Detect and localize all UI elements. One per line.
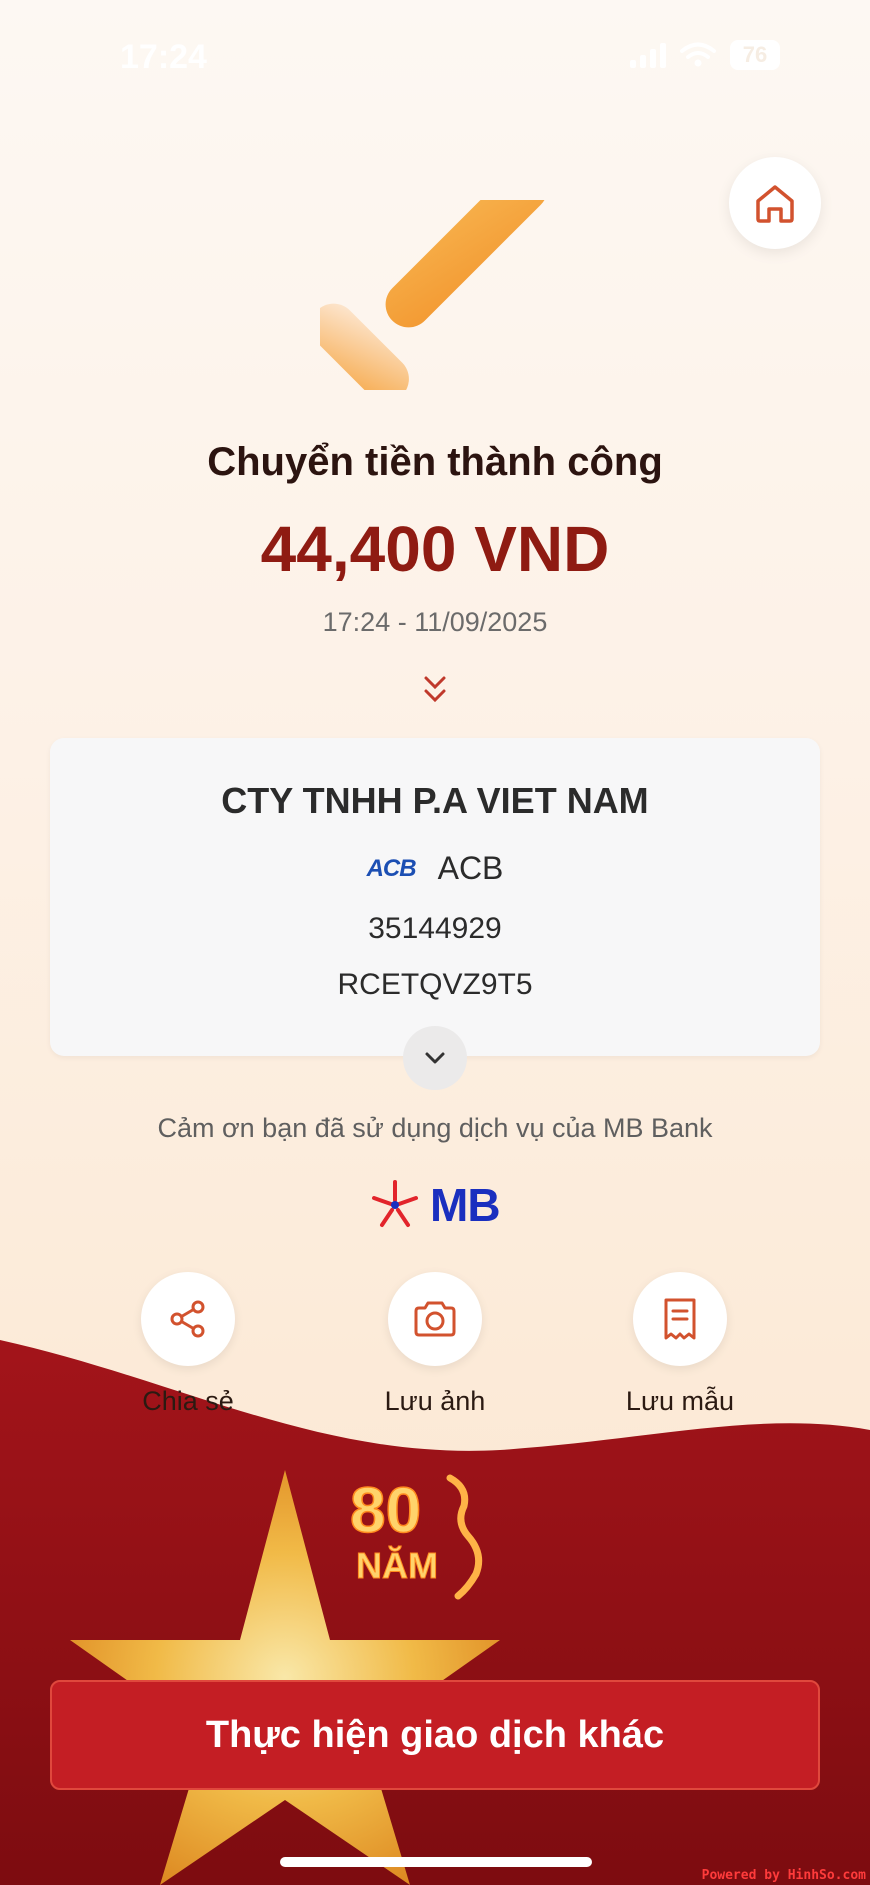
status-bar: 17:24 76 <box>0 0 870 110</box>
action-bar: Chia sẻ Lưu ảnh Lưu mẫu <box>0 1272 870 1432</box>
save-image-action[interactable]: Lưu ảnh <box>355 1272 515 1417</box>
share-icon <box>170 1300 205 1338</box>
success-check-icon <box>320 200 548 390</box>
thank-you-text: Cảm ơn bạn đã sử dụng dịch vụ của MB Ban… <box>157 1113 713 1143</box>
save-image-button[interactable] <box>388 1272 482 1366</box>
chevron-down-icon <box>425 1052 445 1064</box>
home-button[interactable] <box>729 157 821 249</box>
wifi-icon <box>680 42 716 67</box>
home-indicator <box>280 1857 592 1867</box>
bank-name: ACB <box>437 850 504 886</box>
signal-icon <box>630 42 666 68</box>
save-image-label: Lưu ảnh <box>384 1386 486 1416</box>
battery-indicator: 76 <box>730 40 780 70</box>
save-template-action[interactable]: Lưu mẫu <box>600 1272 760 1417</box>
home-icon <box>756 185 794 223</box>
reference-code: RCETQVZ9T5 <box>337 968 533 1001</box>
recipient-bank: ACB ACB <box>50 850 820 887</box>
recipient-name: CTY TNHH P.A VIET NAM <box>221 780 649 821</box>
status-time: 17:24 <box>120 38 207 76</box>
anniversary-number: 80 <box>350 1474 421 1546</box>
share-button[interactable] <box>141 1272 235 1366</box>
mb-bank-logo: MB <box>368 1178 501 1232</box>
camera-icon <box>414 1301 456 1337</box>
acb-logo: ACB <box>366 854 417 882</box>
receipt-icon <box>664 1298 696 1340</box>
expand-details-button[interactable] <box>403 1026 467 1090</box>
share-action[interactable]: Chia sẻ <box>108 1272 268 1417</box>
anniversary-word: NĂM <box>356 1545 438 1586</box>
vietnam-map-graphic <box>446 1474 483 1600</box>
transfer-status-title: Chuyển tiền thành công <box>207 440 663 484</box>
share-label: Chia sẻ <box>142 1386 234 1416</box>
save-template-label: Lưu mẫu <box>625 1386 735 1416</box>
recipient-card: CTY TNHH P.A VIET NAM ACB ACB 35144929 R… <box>50 738 820 1056</box>
status-icons: 76 <box>630 40 780 70</box>
watermark: Powered by HinhSo.com <box>701 1868 866 1883</box>
80-years-badge: 80 NĂM <box>349 1473 483 1600</box>
mb-star-icon <box>372 1180 418 1227</box>
account-number: 35144929 <box>368 912 502 945</box>
transfer-datetime: 17:24 - 11/09/2025 <box>322 607 548 637</box>
transfer-amount: 44,400 VND <box>260 513 610 585</box>
new-transaction-button[interactable]: Thực hiện giao dịch khác <box>50 1680 820 1790</box>
save-template-button[interactable] <box>633 1272 727 1366</box>
mb-logo-text: MB <box>430 1179 501 1231</box>
double-chevron-down-icon <box>424 676 446 703</box>
